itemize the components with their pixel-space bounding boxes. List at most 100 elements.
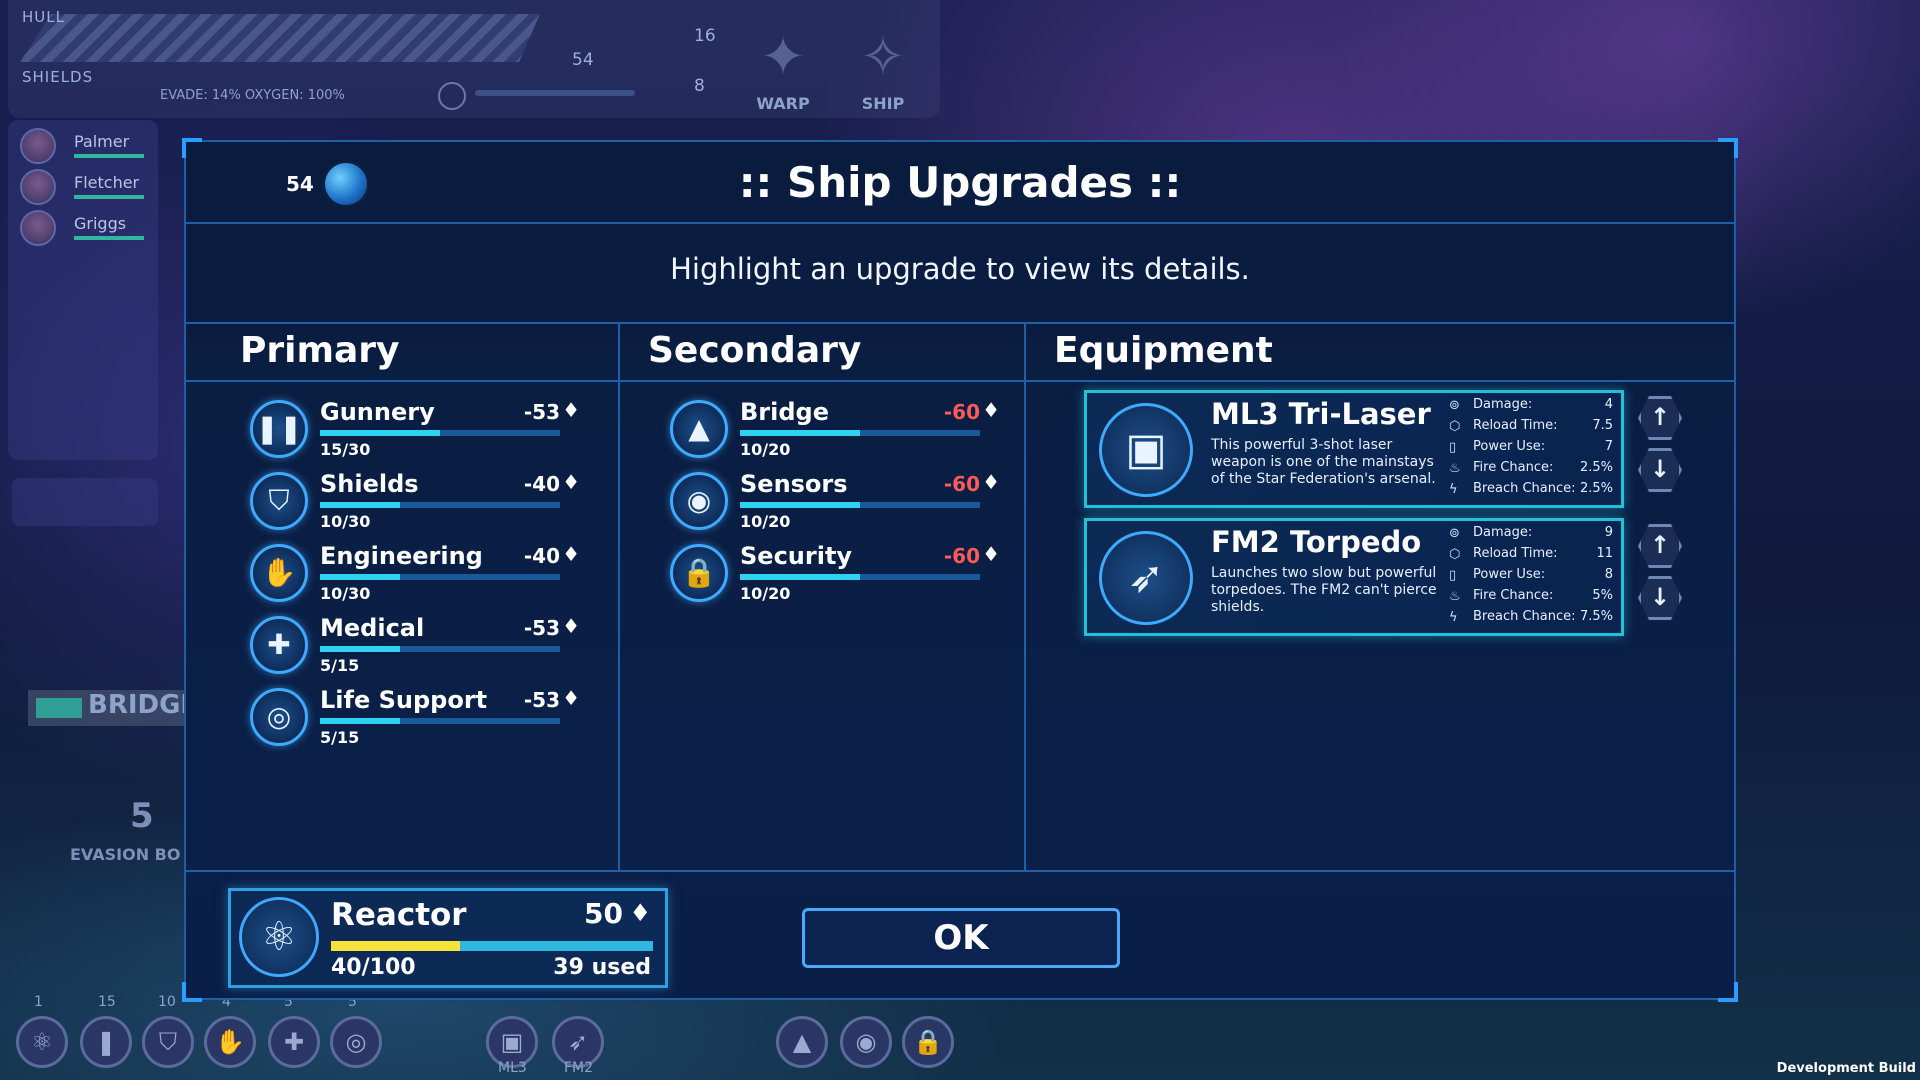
scrap-drop-icon: ♦ — [982, 542, 1000, 566]
reload-icon: ⬡ — [1449, 419, 1461, 434]
stat-value: 9 — [1604, 525, 1613, 540]
equipment-stats: ⊚ Damage: 9 ⬡ Reload Time: 11 ▯ Power Use: 8 ♨… — [1449, 525, 1613, 630]
ml3-move-down-button[interactable]: ↓ — [1638, 448, 1682, 492]
upgrade-name: Security — [740, 542, 853, 570]
upgrade-security[interactable]: 🔒 Security -60 ♦ 10/20 — [670, 542, 1000, 606]
upgrade-reactor[interactable]: ⚛ Reactor 50 ♦ 40/100 39 used — [228, 888, 668, 988]
stat-label: Breach Chance: — [1473, 609, 1576, 624]
warp-button[interactable]: ✦ WARP — [738, 20, 828, 116]
upgrade-shields[interactable]: ⛉ Shields -40 ♦ 10/30 — [250, 470, 580, 534]
stat-label: Damage: — [1473, 525, 1533, 540]
equipment-heading: Equipment — [1054, 330, 1273, 371]
scrap-drop-icon: ♦ — [982, 470, 1000, 494]
reactor-icon: ⚛ — [239, 897, 319, 977]
corner-accent — [1718, 982, 1738, 1002]
fm2-move-up-button[interactable]: ↑ — [1638, 524, 1682, 568]
upgrade-name: Shields — [320, 470, 419, 498]
upgrade-cost: -60 — [943, 544, 980, 568]
fm2-move-down-button[interactable]: ↓ — [1638, 576, 1682, 620]
reactor-name: Reactor — [331, 897, 467, 933]
ship-button[interactable]: ✧ SHIP — [838, 20, 928, 116]
equipment-name: FM2 Torpedo — [1211, 525, 1422, 559]
upgrade-progress — [320, 502, 560, 508]
upgrade-progress — [320, 574, 560, 580]
reload-icon: ⬡ — [1449, 547, 1461, 562]
upgrade-progress-fill — [320, 430, 440, 436]
torpedo-icon: ➶ — [1099, 531, 1193, 625]
stat-value: 4 — [1604, 397, 1613, 412]
upgrade-level: 5/15 — [320, 728, 360, 747]
hull-bar — [20, 14, 540, 62]
stat-label: Damage: — [1473, 397, 1533, 412]
upgrade-level: 10/20 — [740, 440, 791, 459]
system-power: 10 — [158, 994, 176, 1010]
engineering-system-icon[interactable]: ✋ — [204, 1016, 256, 1068]
column-divider — [1024, 322, 1026, 870]
corner-accent — [182, 982, 202, 1002]
upgrade-sensors[interactable]: ◉ Sensors -60 ♦ 10/20 — [670, 470, 1000, 534]
equipment-fm2-torpedo[interactable]: ➶ FM2 Torpedo Launches two slow but powe… — [1084, 518, 1624, 636]
upgrade-level: 10/20 — [740, 512, 791, 531]
stat-value: 2.5% — [1579, 460, 1613, 475]
crew-name: Palmer — [74, 132, 130, 151]
crew-member[interactable]: Fletcher — [20, 169, 160, 205]
reactor-system-icon[interactable]: ⚛ — [16, 1016, 68, 1068]
upgrade-progress — [740, 502, 980, 508]
stat-label: Power Use: — [1473, 439, 1546, 454]
ok-button[interactable]: OK — [802, 908, 1120, 968]
drone-count: 8 — [694, 76, 705, 96]
upgrade-level: 5/15 — [320, 656, 360, 675]
crew-avatar — [20, 210, 56, 246]
power-icon: ▯ — [1449, 568, 1457, 583]
stat-label: Reload Time: — [1473, 546, 1558, 561]
upgrade-progress — [740, 574, 980, 580]
upgrade-engineering[interactable]: ✋ Engineering -40 ♦ 10/30 — [250, 542, 580, 606]
sensors-system-icon[interactable]: ◉ — [840, 1016, 892, 1068]
scrap-drop-icon: ♦ — [562, 542, 580, 566]
shields-system-icon[interactable]: ⛉ — [142, 1016, 194, 1068]
stat-value: 7 — [1604, 439, 1613, 454]
shields-label: SHIELDS — [22, 68, 94, 86]
damage-icon: ⊚ — [1449, 398, 1460, 413]
warp-label: WARP — [756, 94, 810, 113]
stat-row: ▯ Power Use: 8 — [1449, 567, 1613, 588]
upgrade-progress — [320, 430, 560, 436]
upgrade-name: Sensors — [740, 470, 848, 498]
evasion-value: 5 — [130, 796, 154, 836]
stat-row: ♨ Fire Chance: 2.5% — [1449, 460, 1613, 481]
upgrade-life-support[interactable]: ◎ Life Support -53 ♦ 5/15 — [250, 686, 580, 750]
stat-value: 5% — [1592, 588, 1613, 603]
stat-label: Breach Chance: — [1473, 481, 1576, 496]
stat-row: ⊚ Damage: 9 — [1449, 525, 1613, 546]
upgrade-level: 10/30 — [320, 512, 371, 531]
bridge-system-icon[interactable]: ▲ — [776, 1016, 828, 1068]
upgrade-gunnery[interactable]: ❚❚ Gunnery -53 ♦ 15/30 — [250, 398, 580, 462]
stat-label: Fire Chance: — [1473, 588, 1554, 603]
ftl-progress-bar — [475, 90, 635, 96]
crew-member[interactable]: Griggs — [20, 210, 160, 246]
dev-build-label: Development Build — [1776, 1061, 1916, 1076]
upgrade-name: Life Support — [320, 686, 488, 714]
security-system-icon[interactable]: 🔒 — [902, 1016, 954, 1068]
crew-avatar — [20, 169, 56, 205]
upgrade-cost: -53 — [523, 616, 560, 640]
equipment-stats: ⊚ Damage: 4 ⬡ Reload Time: 7.5 ▯ Power Use: 7 … — [1449, 397, 1613, 502]
upgrade-bridge[interactable]: ▲ Bridge -60 ♦ 10/20 — [670, 398, 1000, 462]
scrap-drop-icon: ♦ — [562, 398, 580, 422]
hull-label: HULL — [22, 8, 65, 26]
equipment-ml3-tri-laser[interactable]: ▣ ML3 Tri-Laser This powerful 3-shot las… — [1084, 390, 1624, 508]
upgrade-level: 10/30 — [320, 584, 371, 603]
ml3-move-up-button[interactable]: ↑ — [1638, 396, 1682, 440]
secondary-heading: Secondary — [648, 330, 862, 371]
crew-member[interactable]: Palmer — [20, 128, 160, 164]
medical-system-icon[interactable]: ✚ — [268, 1016, 320, 1068]
stat-row: ⬡ Reload Time: 11 — [1449, 546, 1613, 567]
upgrade-name: Engineering — [320, 542, 483, 570]
gunnery-system-icon[interactable]: ❚ — [80, 1016, 132, 1068]
life-support-system-icon[interactable]: ◎ — [330, 1016, 382, 1068]
hud-scrap-count: 54 — [572, 50, 594, 70]
scrap-drop-icon: ♦ — [982, 398, 1000, 422]
breach-icon: ϟ — [1449, 610, 1458, 625]
upgrade-medical[interactable]: ✚ Medical -53 ♦ 5/15 — [250, 614, 580, 678]
stat-value: 8 — [1604, 567, 1613, 582]
